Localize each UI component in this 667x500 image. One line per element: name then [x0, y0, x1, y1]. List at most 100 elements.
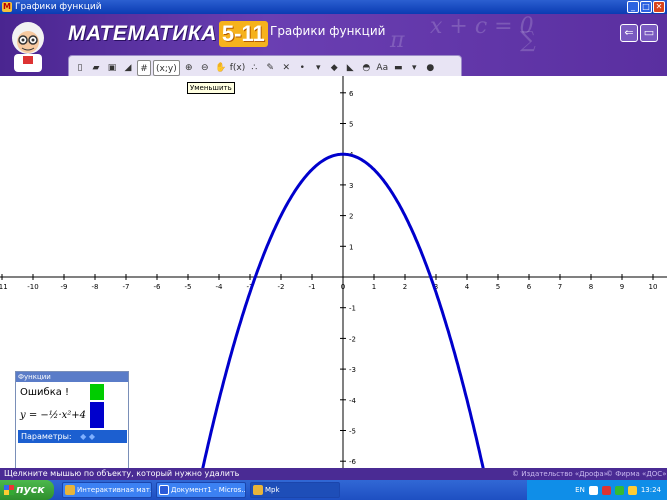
back-button[interactable]: ⇐	[620, 24, 638, 42]
task-label: Документ1 - Micros...	[171, 486, 246, 494]
y-tick-label: -1	[349, 305, 356, 313]
x-tick-label: -5	[185, 283, 192, 291]
eraser2-icon[interactable]: ◆	[327, 60, 341, 76]
word-icon	[159, 485, 169, 495]
task-label: Мрk	[265, 486, 280, 494]
task-word-document[interactable]: Документ1 - Micros...	[156, 482, 246, 498]
x-tick-label: 2	[403, 283, 407, 291]
maximize-button[interactable]: □	[640, 1, 652, 13]
x-tick-label: 6	[527, 283, 532, 291]
page-title: Графики функций	[270, 24, 386, 38]
line-color-icon[interactable]: ▬	[391, 60, 405, 76]
y-tick-label: -5	[349, 428, 356, 436]
y-tick-label: 1	[349, 243, 353, 251]
x-tick-label: -6	[154, 283, 162, 291]
toolbar: ▯ ▰ ▣ ◢ # (x;y) ⊕ ⊖ ✋ f(x) ∴ ✎ ✕ • ▾ ◆ ◣ ◓ Aa ▬ ▾ ●	[68, 55, 462, 76]
error-color-swatch[interactable]	[90, 384, 104, 400]
grid-icon[interactable]: #	[137, 60, 151, 76]
x-tick-label: 0	[341, 283, 345, 291]
copyright-drofa: © Издательство «Дрофа»	[512, 470, 608, 478]
x-tick-label: -8	[92, 283, 99, 291]
x-tick-label: -4	[216, 283, 224, 291]
panel-title: Функции	[16, 372, 128, 382]
pencil-icon[interactable]: ✎	[263, 60, 277, 76]
deco-sum: ∑	[520, 28, 536, 53]
x-tick-label: -9	[61, 283, 68, 291]
eraser-icon[interactable]: ◢	[121, 60, 135, 76]
status-text: Щелкните мышью по объекту, который нужно…	[4, 469, 240, 478]
x-tick-label: 10	[649, 283, 658, 291]
x-tick-label: 4	[465, 283, 470, 291]
minimize-button[interactable]: _	[627, 1, 639, 13]
system-tray: EN 13:24	[527, 480, 667, 500]
error-label: Ошибка !	[20, 386, 70, 398]
coords-label[interactable]: (x;y)	[153, 60, 180, 76]
deco-pi: π	[390, 28, 405, 53]
window-title: Графики функций	[15, 2, 102, 12]
open-icon[interactable]: ▰	[89, 60, 103, 76]
x-tick-label: 7	[558, 283, 562, 291]
y-tick-label: 6	[349, 90, 354, 98]
x-tick-label: -11	[0, 283, 8, 291]
y-tick-label: -3	[349, 366, 356, 374]
task-graphs[interactable]: Мрk	[250, 482, 340, 498]
protractor-icon[interactable]: ◓	[359, 60, 373, 76]
app-icon	[65, 485, 75, 495]
points-icon[interactable]: ∴	[247, 60, 261, 76]
app-icon	[253, 485, 263, 495]
logo-text: МАТЕМАТИКА	[68, 22, 217, 45]
close-button[interactable]: ✕	[653, 1, 665, 13]
save-icon[interactable]: ▣	[105, 60, 119, 76]
task-interactive-math[interactable]: Интерактивная мат...	[62, 482, 152, 498]
network-icon[interactable]	[614, 485, 624, 495]
x-tick-label: -2	[278, 283, 285, 291]
color-dropdown-icon[interactable]: ▾	[407, 60, 421, 76]
pan-hand-icon[interactable]: ✋	[214, 60, 228, 76]
window-titlebar: М Графики функций _ □ ✕	[0, 0, 667, 14]
help-icon[interactable]	[588, 485, 598, 495]
equation-label[interactable]: y = −½·x²+4	[18, 410, 90, 421]
x-tick-label: -10	[27, 283, 38, 291]
text-icon[interactable]: Aa	[375, 60, 389, 76]
start-button[interactable]: пуск	[0, 480, 54, 500]
task-label: Интерактивная мат...	[77, 486, 152, 494]
x-tick-label: -7	[123, 283, 130, 291]
y-tick-label: -2	[349, 335, 356, 343]
x-tick-label: -1	[309, 283, 316, 291]
y-tick-label: 5	[349, 121, 353, 129]
language-indicator[interactable]: EN	[575, 486, 585, 494]
ruler-icon[interactable]: ◣	[343, 60, 357, 76]
logo-number: 5-11	[218, 21, 268, 47]
windows-logo-icon	[4, 485, 14, 495]
logo: МАТЕМАТИКА 5-11	[68, 20, 268, 48]
dropdown-arrow-icon[interactable]: ▾	[311, 60, 325, 76]
function-icon[interactable]: f(x)	[230, 60, 246, 76]
copyright-dos: © Фирма «ДОС»	[606, 470, 667, 478]
status-bar: Щелкните мышью по объекту, который нужно…	[0, 468, 667, 480]
functions-panel: Функции Ошибка ! y = −½·x²+4 Параметры: …	[15, 371, 129, 470]
y-tick-label: -6	[349, 458, 357, 466]
params-arrows-icon[interactable]: ◆ ◆	[80, 432, 95, 441]
new-icon[interactable]: ▯	[73, 60, 87, 76]
zoom-out-icon[interactable]: ⊖	[198, 60, 212, 76]
params-label: Параметры:	[21, 432, 72, 441]
security-icon[interactable]	[601, 485, 611, 495]
palette-icon[interactable]: ●	[423, 60, 437, 76]
y-tick-label: -4	[349, 397, 357, 405]
x-tick-label: 9	[620, 283, 624, 291]
deco-formula: x + c = 0	[430, 14, 534, 39]
volume-icon[interactable]	[627, 485, 637, 495]
zoom-in-icon[interactable]: ⊕	[182, 60, 196, 76]
professor-mascot-icon	[12, 22, 44, 72]
point-style-icon[interactable]: •	[295, 60, 309, 76]
params-bar[interactable]: Параметры: ◆ ◆	[18, 430, 127, 443]
app-icon: М	[2, 2, 12, 12]
x-tick-label: 8	[589, 283, 593, 291]
clock[interactable]: 13:24	[641, 486, 661, 494]
delete-icon[interactable]: ✕	[279, 60, 293, 76]
taskbar: пуск Интерактивная мат... Документ1 - Mi…	[0, 480, 667, 500]
equation-color-swatch[interactable]	[90, 402, 104, 428]
x-tick-label: 5	[496, 283, 500, 291]
y-tick-label: 3	[349, 182, 353, 190]
window-mode-button[interactable]: ▭	[640, 24, 658, 42]
